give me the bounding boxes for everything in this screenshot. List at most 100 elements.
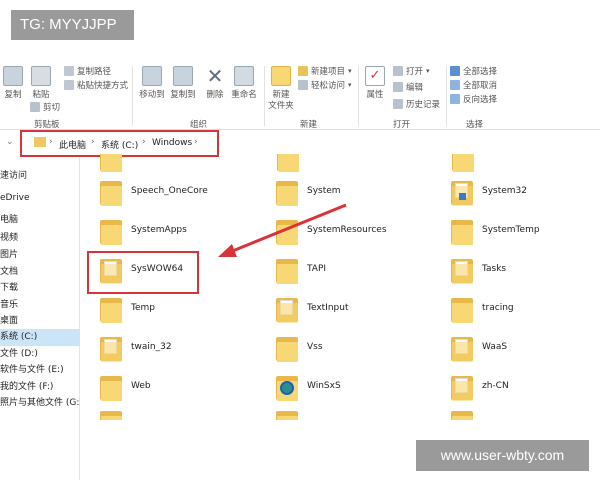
nav-item-drive-c[interactable]: 系统 (C:): [0, 329, 80, 346]
rename-icon: [234, 66, 254, 86]
nav-item-onedrive[interactable]: eDrive: [0, 190, 80, 207]
folder-item[interactable]: System32: [451, 178, 591, 208]
history-icon: [393, 99, 403, 109]
tag-badge: TG: MYYJJPP: [11, 10, 134, 40]
paste-shortcut-button[interactable]: 粘贴快捷方式: [64, 79, 128, 91]
ribbon-separator: [358, 66, 359, 126]
folder-icon: [276, 217, 298, 245]
folder-item-partial[interactable]: [276, 408, 306, 420]
folder-item[interactable]: SystemApps: [100, 217, 250, 247]
invert-selection-button[interactable]: 反向选择: [450, 93, 497, 105]
folder-icon: [100, 408, 122, 420]
paste-button[interactable]: 粘贴: [28, 66, 54, 101]
delete-icon: ✕: [206, 64, 224, 88]
folder-document-icon: [451, 373, 473, 401]
folder-item-partial[interactable]: [452, 154, 482, 172]
folder-item[interactable]: tracing: [451, 295, 591, 325]
folder-item[interactable]: Speech_OneCore: [100, 178, 250, 208]
watermark: www.user-wbty.com: [416, 440, 589, 471]
nav-item-drive-d[interactable]: 文件 (D:): [0, 346, 80, 363]
folder-blue-icon: [451, 178, 473, 206]
nav-item-drive-f[interactable]: 我的文件 (F:): [0, 379, 80, 396]
new-folder-icon: [271, 66, 291, 86]
folder-icon: [100, 178, 122, 206]
folder-item[interactable]: twain_32: [100, 334, 250, 364]
folder-item[interactable]: Vss: [276, 334, 426, 364]
edit-icon: [393, 82, 403, 92]
nav-item-pictures[interactable]: 图片: [0, 247, 80, 264]
new-item-icon: [298, 66, 308, 76]
open-group-label: 打开: [393, 120, 411, 130]
paste-shortcut-icon: [64, 80, 74, 90]
nav-item-this-pc[interactable]: 电脑: [0, 212, 80, 229]
select-group-label: 选择: [466, 120, 484, 130]
folder-icon: [451, 408, 473, 420]
nav-item-desktop[interactable]: 桌面: [0, 313, 80, 330]
folder-icon: [276, 408, 298, 420]
dropdown-arrow-icon: ▾: [426, 67, 430, 75]
open-button[interactable]: 打开 ▾: [393, 65, 430, 77]
folder-icon: [276, 334, 298, 362]
nav-item-music[interactable]: 音乐: [0, 297, 80, 314]
nav-item-downloads[interactable]: 下载: [0, 280, 80, 297]
nav-item-videos[interactable]: 视频: [0, 230, 80, 247]
edit-button[interactable]: 编辑: [393, 81, 423, 93]
ribbon-separator: [446, 66, 447, 126]
folder-item[interactable]: Temp: [100, 295, 250, 325]
ribbon-separator: [264, 66, 265, 126]
copy-to-button[interactable]: 复制到: [170, 66, 196, 101]
folder-item[interactable]: WinSxS: [276, 373, 426, 403]
folder-icon: [100, 217, 122, 245]
copy-button[interactable]: 复制: [0, 66, 26, 101]
cut-button[interactable]: 剪切: [30, 101, 60, 113]
new-folder-button[interactable]: 新建 文件夹: [268, 66, 294, 112]
select-none-icon: [450, 80, 460, 90]
folder-item[interactable]: zh-CN: [451, 373, 591, 403]
folder-item[interactable]: Web: [100, 373, 250, 403]
folder-icon: [452, 154, 474, 172]
nav-item-documents[interactable]: 文档: [0, 264, 80, 281]
folder-item-partial[interactable]: [100, 154, 130, 172]
folder-item[interactable]: SystemTemp: [451, 217, 591, 247]
dropdown-arrow-icon: ▾: [348, 81, 352, 89]
folder-item-partial[interactable]: [277, 154, 307, 172]
folder-item[interactable]: WaaS: [451, 334, 591, 364]
folder-item-partial[interactable]: [451, 408, 481, 420]
folder-item[interactable]: SystemResources: [276, 217, 426, 247]
folder-icon: [451, 295, 473, 323]
folder-icon: [276, 178, 298, 206]
folder-item[interactable]: Tasks: [451, 256, 591, 286]
organize-group-label: 组织: [190, 120, 208, 130]
select-all-icon: [450, 66, 460, 76]
winsxs-folder-icon: [276, 373, 298, 401]
copy-path-icon: [64, 66, 74, 76]
folder-item-partial[interactable]: [100, 408, 130, 420]
select-all-button[interactable]: 全部选择: [450, 65, 497, 77]
nav-item-quick-access[interactable]: 速访问: [0, 168, 80, 185]
ribbon: 复制 粘贴 复制路径 粘贴快捷方式 剪切 剪贴板 移动到 复制到 ✕ 删除 重命…: [0, 62, 600, 130]
properties-button[interactable]: ✓ 属性: [362, 66, 388, 101]
easy-access-button[interactable]: 轻松访问 ▾: [298, 79, 352, 91]
delete-button[interactable]: ✕ 删除: [202, 66, 228, 101]
move-to-button[interactable]: 移动到: [139, 66, 165, 101]
folder-document-icon: [451, 334, 473, 362]
annotation-box-address: [20, 130, 219, 157]
new-item-button[interactable]: 新建项目 ▾: [298, 65, 352, 77]
folder-item[interactable]: System: [276, 178, 426, 208]
clipboard-group-label: 剪贴板: [34, 120, 60, 130]
copy-icon: [3, 66, 23, 86]
folder-icon: [277, 154, 299, 172]
copy-path-button[interactable]: 复制路径: [64, 65, 111, 77]
folder-item[interactable]: TextInput: [276, 295, 426, 325]
invert-selection-icon: [450, 94, 460, 104]
folder-item[interactable]: TAPI: [276, 256, 426, 286]
select-none-button[interactable]: 全部取消: [450, 79, 497, 91]
nav-item-drive-g[interactable]: 照片与其他文件 (G:): [0, 395, 80, 412]
rename-button[interactable]: 重命名: [231, 66, 257, 101]
history-button[interactable]: 历史记录: [393, 98, 440, 110]
chevron-down-icon[interactable]: ⌄: [6, 137, 14, 147]
folder-icon: [100, 373, 122, 401]
folder-icon: [100, 154, 122, 172]
nav-item-drive-e[interactable]: 软件与文件 (E:): [0, 362, 80, 379]
copy-to-icon: [173, 66, 193, 86]
